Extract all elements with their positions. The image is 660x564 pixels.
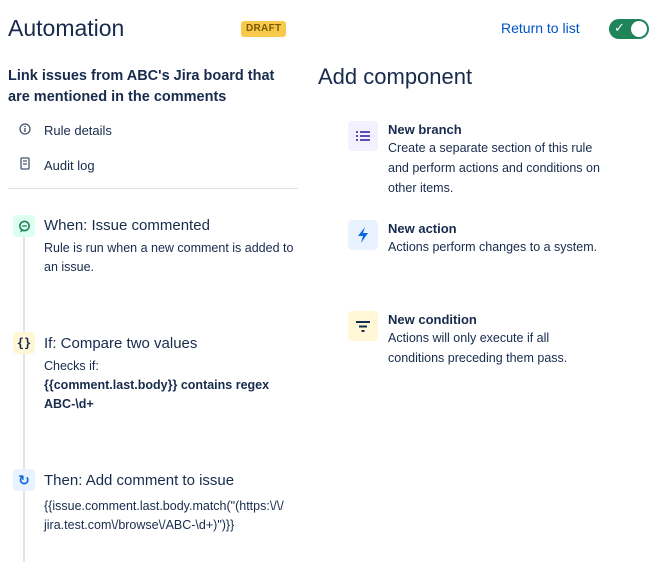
add-component-heading: Add component	[318, 64, 473, 89]
step-action-description: {{issue.comment.last.body.match("(https:…	[44, 499, 284, 532]
new-branch-description: Create a separate section of this rule a…	[388, 141, 600, 195]
nav-rule-details-label: Rule details	[44, 123, 112, 138]
rule-enabled-toggle[interactable]: ✓	[609, 19, 649, 39]
comment-trigger-icon	[13, 215, 35, 237]
return-to-list-link[interactable]: Return to list	[501, 20, 580, 36]
step-condition-title[interactable]: If: Compare two values	[44, 335, 197, 352]
new-condition-title[interactable]: New condition	[388, 312, 477, 327]
nav-rule-details[interactable]: Rule details	[18, 123, 112, 138]
step-action-title[interactable]: Then: Add comment to issue	[44, 472, 234, 489]
new-branch-title[interactable]: New branch	[388, 122, 462, 137]
status-badge: DRAFT	[241, 21, 287, 37]
step-condition[interactable]: {}	[13, 332, 35, 354]
toggle-knob	[631, 21, 647, 37]
step-condition-prefix: Checks if:	[44, 359, 99, 373]
step-condition-expression: {{comment.last.body}} contains regex ABC…	[44, 378, 270, 411]
new-branch-option[interactable]	[348, 121, 378, 151]
step-trigger[interactable]	[13, 215, 35, 237]
branch-list-icon	[348, 121, 378, 151]
info-icon	[18, 123, 32, 138]
nav-audit-log[interactable]: Audit log	[18, 157, 95, 173]
rule-flow-line	[23, 232, 25, 562]
filter-icon	[348, 311, 378, 341]
refresh-action-icon: ↻	[13, 469, 35, 491]
braces-icon: {}	[13, 332, 35, 354]
divider	[8, 188, 298, 189]
step-trigger-title[interactable]: When: Issue commented	[44, 217, 210, 234]
page-title: Automation	[8, 15, 125, 41]
rule-name: Link issues from ABC's Jira board that a…	[8, 68, 275, 105]
step-trigger-description: Rule is run when a new comment is added …	[44, 241, 294, 274]
check-icon: ✓	[614, 20, 625, 35]
new-condition-option[interactable]	[348, 311, 378, 341]
nav-audit-log-label: Audit log	[44, 158, 95, 173]
step-condition-description: Checks if: {{comment.last.body}} contain…	[44, 357, 294, 414]
lightning-icon	[348, 220, 378, 250]
step-action[interactable]: ↻	[13, 469, 35, 491]
new-action-description: Actions perform changes to a system.	[388, 240, 598, 254]
new-condition-description: Actions will only execute if all conditi…	[388, 331, 568, 365]
new-action-title[interactable]: New action	[388, 221, 457, 236]
new-action-option[interactable]	[348, 220, 378, 250]
document-icon	[18, 157, 32, 173]
